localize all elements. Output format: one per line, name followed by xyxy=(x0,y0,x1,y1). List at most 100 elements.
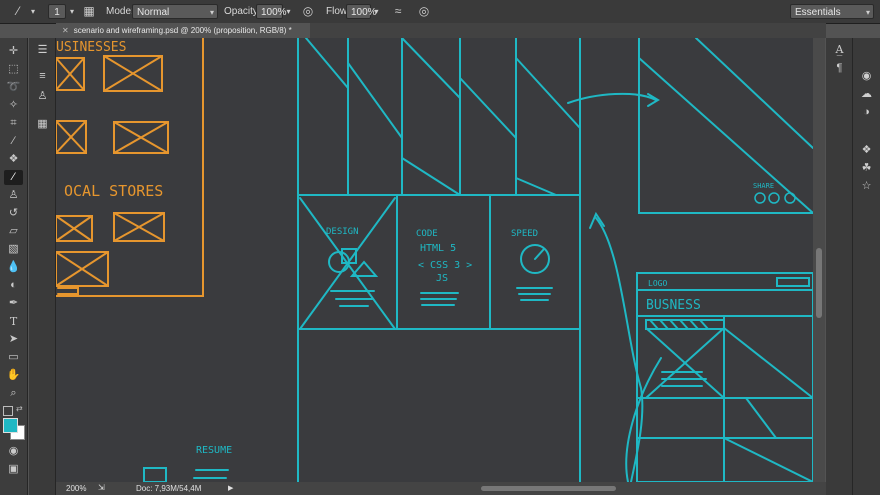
pen-tool[interactable]: ✒ xyxy=(4,296,23,311)
crop-tool[interactable]: ⌗ xyxy=(4,116,23,131)
document-size: Doc: 7,93M/54,4M xyxy=(136,484,202,493)
document-tab[interactable]: ✕ scenario and wireframing.psd @ 200% (pr… xyxy=(56,23,310,38)
brush-size-arrow[interactable]: ▾ xyxy=(68,4,76,19)
options-bar: ⁄ ▾ 1 ▾ ▦ Mode: Normal Opacity: 100% ▾ ◎… xyxy=(0,0,880,24)
flow-dropdown-arrow[interactable]: ▾ xyxy=(372,4,381,19)
brush-size-field[interactable]: 1 xyxy=(48,4,66,19)
sketch-label-business: BUSNESS xyxy=(646,298,701,313)
swap-colors-icon[interactable]: ⇄ xyxy=(16,404,23,413)
orange-heading-local-stores: OCAL STORES xyxy=(64,182,163,200)
character-panel-button[interactable]: A̲ xyxy=(830,42,849,58)
dodge-icon: ◐ xyxy=(10,279,17,291)
history-brush-icon: ↺ xyxy=(8,207,19,219)
brush-settings-icon: ≡ xyxy=(39,70,46,82)
opacity-dropdown-arrow[interactable]: ▾ xyxy=(284,4,293,19)
healing-icon: ❖ xyxy=(8,153,19,165)
adjustments-panel-button[interactable]: ◑ xyxy=(857,104,876,120)
sketch-label-js: JS xyxy=(436,273,448,284)
marquee-tool[interactable]: ⬚ xyxy=(4,62,23,77)
sketch-label-logo: LOGO xyxy=(648,279,667,288)
paragraph-panel-button[interactable]: ¶ xyxy=(830,60,849,76)
libraries-icon: ☁ xyxy=(861,88,872,100)
healing-tool[interactable]: ❖ xyxy=(4,152,23,167)
brush-panel-toggle-icon[interactable]: ▦ xyxy=(82,4,96,19)
opacity-field[interactable]: 100% xyxy=(256,4,287,19)
document-tab-bar: ✕ scenario and wireframing.psd @ 200% (pr… xyxy=(56,23,826,38)
sketch-label-code: CODE xyxy=(416,229,438,239)
stamp-tool[interactable]: ♙ xyxy=(4,188,23,203)
clone-source-panel-button[interactable]: ♙ xyxy=(33,88,52,104)
character-icon: A̲ xyxy=(835,43,844,56)
mode-label: Mode: xyxy=(106,6,134,17)
quick-select-tool[interactable]: ✧ xyxy=(4,98,23,113)
quick-mask-icon: ◉ xyxy=(8,445,19,457)
brush-preset-dropdown-arrow[interactable]: ▾ xyxy=(28,4,38,19)
history-brush-tool[interactable]: ↺ xyxy=(4,206,23,221)
move-icon: ✛ xyxy=(8,45,19,57)
brush-preset-icon[interactable]: ⁄ xyxy=(10,4,26,19)
sketch-label-speed: SPEED xyxy=(511,229,538,239)
blur-tool[interactable]: 💧 xyxy=(4,260,23,275)
dodge-tool[interactable]: ◐ xyxy=(4,278,23,293)
color-wheel-icon: ◉ xyxy=(861,70,872,82)
workspace-select[interactable]: Essentials xyxy=(790,4,874,20)
collapsed-panels-right-2: ◉ ☁ ◑ ❖ ☘ ☆ xyxy=(853,38,880,495)
tools-panel: ✛ ⬚ ➰ ✧ ⌗ ∕ ❖ ⁄ ♙ ↺ ▱ ▧ 💧 ◐ ✒ T ➤ ▭ ✋ ⌕ … xyxy=(0,38,28,495)
hand-tool[interactable]: ✋ xyxy=(4,368,23,383)
zoom-level[interactable]: 200% xyxy=(66,484,86,493)
hand-icon: ✋ xyxy=(6,369,21,381)
pressure-size-icon[interactable]: ◎ xyxy=(416,4,432,19)
properties-panel-button[interactable]: ▦ xyxy=(33,116,52,132)
mode-select[interactable]: Normal xyxy=(132,4,218,20)
history-icon: ☰ xyxy=(37,44,48,56)
gradient-tool[interactable]: ▧ xyxy=(4,242,23,257)
vertical-scroll-thumb[interactable] xyxy=(816,248,822,318)
status-bar: 200% ⇲ Doc: 7,93M/54,4M ▶ xyxy=(56,482,826,495)
document-canvas[interactable]: USINESSES OCAL STORES DESIGN CODE HTML 5… xyxy=(56,38,813,482)
eraser-icon: ▱ xyxy=(9,225,18,237)
crop-icon: ⌗ xyxy=(10,117,17,129)
eyedropper-icon: ∕ xyxy=(12,135,15,147)
pen-icon: ✒ xyxy=(8,297,19,309)
paths-icon: ☆ xyxy=(861,180,872,192)
sketch-label-resume: RESUME xyxy=(196,445,232,456)
vertical-scrollbar[interactable] xyxy=(813,38,825,482)
sketch-label-css3: < CSS 3 > xyxy=(418,260,472,271)
eyedropper-tool[interactable]: ∕ xyxy=(4,134,23,149)
gradient-icon: ▧ xyxy=(8,243,19,255)
shape-icon: ▭ xyxy=(8,351,19,363)
color-panel-button[interactable]: ◉ xyxy=(857,68,876,84)
default-colors-icon[interactable] xyxy=(3,406,13,416)
path-select-tool[interactable]: ➤ xyxy=(4,332,23,347)
brush-tool[interactable]: ⁄ xyxy=(4,170,23,185)
export-icon[interactable]: ⇲ xyxy=(98,483,105,492)
horizontal-scroll-thumb[interactable] xyxy=(481,486,616,491)
libraries-panel-button[interactable]: ☁ xyxy=(857,86,876,102)
marquee-icon: ⬚ xyxy=(8,63,19,75)
sketch-label-html5: HTML 5 xyxy=(420,243,456,254)
airbrush-icon[interactable]: ≈ xyxy=(390,4,406,19)
paths-panel-button[interactable]: ☆ xyxy=(857,178,876,194)
status-menu-arrow[interactable]: ▶ xyxy=(228,484,233,492)
type-tool[interactable]: T xyxy=(4,314,23,329)
lasso-icon: ➰ xyxy=(6,81,21,93)
zoom-tool[interactable]: ⌕ xyxy=(4,386,23,401)
brush-icon: ⁄ xyxy=(12,171,15,183)
eraser-tool[interactable]: ▱ xyxy=(4,224,23,239)
lasso-tool[interactable]: ➰ xyxy=(4,80,23,95)
layers-panel-button[interactable]: ❖ xyxy=(857,142,876,158)
quick-mask-button[interactable]: ◉ xyxy=(4,444,23,459)
foreground-color-swatch[interactable] xyxy=(3,418,18,433)
move-tool[interactable]: ✛ xyxy=(4,44,23,59)
close-tab-icon[interactable]: ✕ xyxy=(62,26,69,35)
path-select-icon: ➤ xyxy=(8,333,19,345)
shape-tool[interactable]: ▭ xyxy=(4,350,23,365)
screen-mode-icon: ▣ xyxy=(8,463,19,475)
brush-settings-panel-button[interactable]: ≡ xyxy=(33,68,52,84)
channels-panel-button[interactable]: ☘ xyxy=(857,160,876,176)
pressure-opacity-icon[interactable]: ◎ xyxy=(300,4,316,19)
screen-mode-button[interactable]: ▣ xyxy=(4,462,23,477)
type-icon: T xyxy=(9,315,18,328)
flow-field[interactable]: 100% xyxy=(346,4,377,19)
history-panel-button[interactable]: ☰ xyxy=(33,42,52,58)
